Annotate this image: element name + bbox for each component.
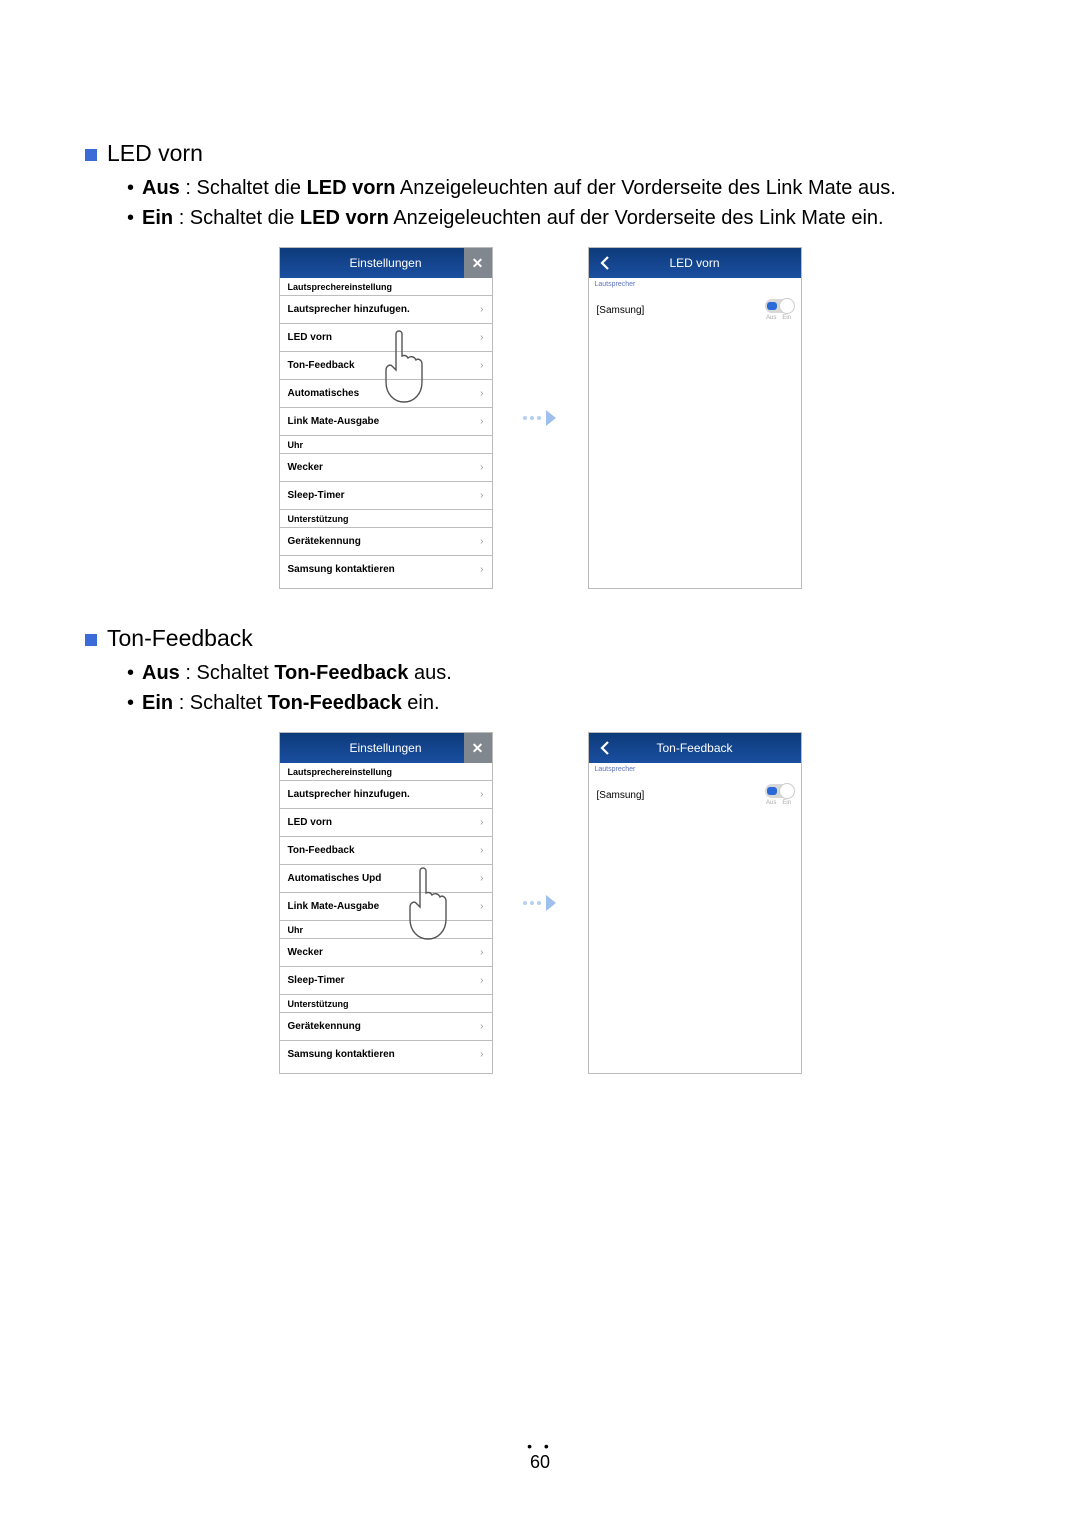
toggle-switch[interactable]: Aus Ein — [765, 784, 793, 806]
chevron-right-icon: › — [480, 564, 483, 575]
bullet-text: Ein : Schaltet die LED vorn Anzeigeleuch… — [142, 203, 884, 233]
settings-row[interactable]: Link Mate-Ausgabe› — [280, 892, 492, 920]
square-bullet-icon — [85, 634, 97, 646]
back-button[interactable] — [589, 733, 621, 763]
settings-group-label: Unterstützung — [280, 994, 492, 1012]
settings-row[interactable]: Sleep-Timer› — [280, 481, 492, 509]
screenshot-settings-left-1: Einstellungen ✕ Lautsprechereinstellung … — [279, 247, 493, 589]
phone-title: Einstellungen — [349, 741, 421, 755]
phone-header: Einstellungen ✕ — [280, 733, 492, 763]
chevron-right-icon: › — [480, 817, 483, 828]
bullet-dot-icon: • — [127, 688, 134, 718]
settings-row[interactable]: LED vorn› — [280, 323, 492, 351]
toggle-row[interactable]: [Samsung] Aus Ein — [589, 776, 801, 814]
chevron-right-icon: › — [480, 947, 483, 958]
phone-header: LED vorn — [589, 248, 801, 278]
bullet-text: Aus : Schaltet Ton-Feedback aus. — [142, 658, 452, 688]
bullet-list-ton-feedback: • Aus : Schaltet Ton-Feedback aus. • Ein… — [127, 658, 995, 718]
phone-title: Ton-Feedback — [656, 741, 732, 755]
bullet-dot-icon: • — [127, 658, 134, 688]
settings-row[interactable]: Lautsprecher hinzufugen.› — [280, 295, 492, 323]
square-bullet-icon — [85, 149, 97, 161]
settings-group-label: Uhr — [280, 435, 492, 453]
section-label: Lautsprecher — [589, 763, 801, 776]
settings-row[interactable]: Automatisches Upd› — [280, 864, 492, 892]
back-button[interactable] — [589, 248, 621, 278]
chevron-right-icon: › — [480, 1049, 483, 1060]
screenshot-led-vorn-detail: LED vorn Lautsprecher [Samsung] Aus Ein — [588, 247, 802, 589]
settings-row[interactable]: Wecker› — [280, 453, 492, 481]
screenshot-settings-left-2: Einstellungen ✕ Lautsprechereinstellung … — [279, 732, 493, 1074]
toggle-switch[interactable]: Aus Ein — [765, 299, 793, 321]
chevron-right-icon: › — [480, 462, 483, 473]
arrow-right-icon — [523, 409, 558, 427]
chevron-right-icon: › — [480, 975, 483, 986]
settings-group-label: Lautsprechereinstellung — [280, 278, 492, 295]
chevron-right-icon: › — [480, 901, 483, 912]
settings-row[interactable]: Ton-Feedback› — [280, 836, 492, 864]
chevron-right-icon: › — [480, 1021, 483, 1032]
settings-row[interactable]: Ton-Feedback› — [280, 351, 492, 379]
chevron-right-icon: › — [480, 789, 483, 800]
settings-row[interactable]: Samsung kontaktieren› — [280, 555, 492, 583]
close-button[interactable]: ✕ — [464, 248, 492, 278]
settings-row[interactable]: Samsung kontaktieren› — [280, 1040, 492, 1068]
page-number: • • 60 — [0, 1438, 1080, 1473]
arrow-right-icon — [523, 894, 558, 912]
section-title-ton-feedback: Ton-Feedback — [107, 625, 253, 652]
settings-row[interactable]: Gerätekennung› — [280, 1012, 492, 1040]
toggle-row[interactable]: [Samsung] Aus Ein — [589, 291, 801, 329]
chevron-right-icon: › — [480, 416, 483, 427]
bullet-text: Aus : Schaltet die LED vorn Anzeigeleuch… — [142, 173, 896, 203]
phone-title: LED vorn — [669, 256, 719, 270]
settings-row[interactable]: Link Mate-Ausgabe› — [280, 407, 492, 435]
settings-group-label: Unterstützung — [280, 509, 492, 527]
chevron-right-icon: › — [480, 536, 483, 547]
chevron-right-icon: › — [480, 332, 483, 343]
settings-row[interactable]: Automatisches› — [280, 379, 492, 407]
figure-row-led-vorn: Einstellungen ✕ Lautsprechereinstellung … — [85, 247, 995, 589]
settings-row[interactable]: Gerätekennung› — [280, 527, 492, 555]
bullet-list-led-vorn: • Aus : Schaltet die LED vorn Anzeigeleu… — [127, 173, 995, 233]
screenshot-ton-feedback-detail: Ton-Feedback Lautsprecher [Samsung] Aus … — [588, 732, 802, 1074]
bullet-dot-icon: • — [127, 203, 134, 233]
phone-header: Einstellungen ✕ — [280, 248, 492, 278]
chevron-right-icon: › — [480, 873, 483, 884]
settings-group-label: Lautsprechereinstellung — [280, 763, 492, 780]
settings-row[interactable]: Lautsprecher hinzufugen.› — [280, 780, 492, 808]
settings-row[interactable]: Wecker› — [280, 938, 492, 966]
chevron-right-icon: › — [480, 360, 483, 371]
chevron-right-icon: › — [480, 845, 483, 856]
settings-row[interactable]: LED vorn› — [280, 808, 492, 836]
section-title-led-vorn: LED vorn — [107, 140, 203, 167]
settings-row[interactable]: Sleep-Timer› — [280, 966, 492, 994]
bullet-dot-icon: • — [127, 173, 134, 203]
chevron-right-icon: › — [480, 304, 483, 315]
chevron-right-icon: › — [480, 490, 483, 501]
bullet-text: Ein : Schaltet Ton-Feedback ein. — [142, 688, 440, 718]
close-button[interactable]: ✕ — [464, 733, 492, 763]
settings-group-label: Uhr — [280, 920, 492, 938]
phone-header: Ton-Feedback — [589, 733, 801, 763]
chevron-right-icon: › — [480, 388, 483, 399]
phone-title: Einstellungen — [349, 256, 421, 270]
section-label: Lautsprecher — [589, 278, 801, 291]
figure-row-ton-feedback: Einstellungen ✕ Lautsprechereinstellung … — [85, 732, 995, 1074]
